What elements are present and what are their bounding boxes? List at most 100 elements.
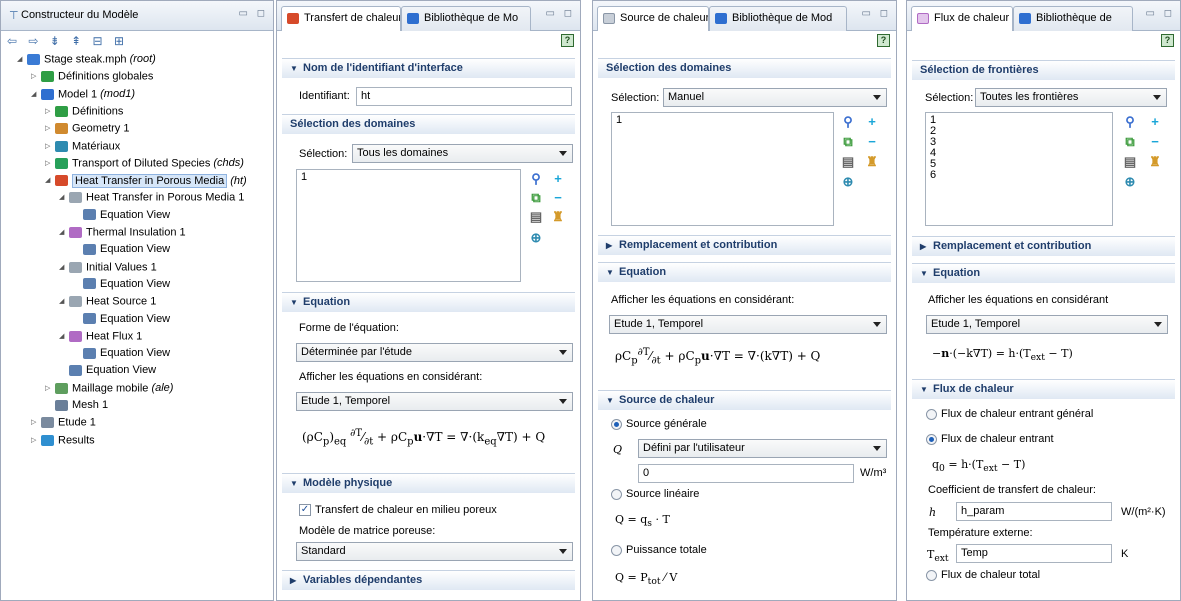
collapsed-arrow-icon[interactable]: ▷: [31, 414, 41, 431]
section-override-contribution[interactable]: ▶ Remplacement et contribution: [598, 235, 891, 255]
collapsed-arrow-icon[interactable]: ▷: [45, 138, 55, 155]
boundary-list[interactable]: 1 2 3 4 5 6: [925, 112, 1113, 226]
section-heat-source[interactable]: ▼ Source de chaleur: [598, 390, 891, 410]
collapsed-arrow-icon[interactable]: ▷: [45, 120, 55, 137]
tree-item[interactable]: ▷ Transport of Diluted Species (chds): [45, 155, 244, 172]
section-heat-flux[interactable]: ▼ Flux de chaleur: [912, 379, 1175, 399]
tab-heat-flux[interactable]: Flux de chaleur: [911, 6, 1013, 31]
tab-model-library[interactable]: Bibliothèque de Mo: [401, 6, 531, 31]
zoom-to-selection-icon[interactable]: ⊕: [841, 175, 855, 189]
selection-dropdown[interactable]: Tous les domaines: [352, 144, 573, 163]
help-icon[interactable]: ?: [561, 34, 574, 47]
copy-selection-icon[interactable]: ⧉: [529, 191, 543, 205]
section-domain-selection[interactable]: Sélection des domaines: [282, 114, 575, 134]
study-step-dropdown[interactable]: Etude 1, Temporel: [609, 315, 887, 334]
help-icon[interactable]: ?: [877, 34, 890, 47]
section-equation[interactable]: ▼ Equation: [912, 263, 1175, 283]
expanded-arrow-icon[interactable]: ◢: [45, 172, 55, 189]
paste-selection-icon[interactable]: ▤: [529, 210, 543, 224]
tab-model-library[interactable]: Bibliothèque de: [1013, 6, 1133, 31]
list-item[interactable]: 1: [616, 115, 829, 126]
tab-heat-source[interactable]: Source de chaleur: [597, 6, 709, 31]
paste-selection-icon[interactable]: ▤: [841, 155, 855, 169]
porous-checkbox[interactable]: ✓: [299, 504, 311, 516]
general-inward-flux-radio[interactable]: [926, 409, 937, 420]
section-physical-model[interactable]: ▼ Modèle physique: [282, 473, 575, 493]
identifier-input[interactable]: ht: [356, 87, 572, 106]
selection-dropdown[interactable]: Manuel: [663, 88, 887, 107]
collapsed-arrow-icon[interactable]: ▷: [31, 432, 41, 449]
tree-item[interactable]: ◢ Heat Transfer in Porous Media (ht): [45, 172, 247, 189]
domain-list[interactable]: 1: [611, 112, 834, 226]
domain-list[interactable]: 1: [296, 169, 521, 282]
collapsed-arrow-icon[interactable]: ▷: [45, 155, 55, 172]
minimize-maximize-icon[interactable]: ▭ ◻: [1145, 8, 1175, 19]
tree-item[interactable]: Equation View: [73, 276, 173, 293]
collapsed-arrow-icon[interactable]: ▷: [45, 380, 55, 397]
tree-item[interactable]: Equation View: [73, 207, 173, 224]
add-to-selection-icon[interactable]: ⚲: [529, 172, 543, 186]
tree-item[interactable]: ◢ Heat Source 1: [59, 293, 159, 310]
copy-selection-icon[interactable]: ⧉: [841, 135, 855, 149]
remove-icon[interactable]: −: [1148, 135, 1162, 149]
temperature-input[interactable]: Temp: [956, 544, 1112, 563]
add-icon[interactable]: +: [865, 115, 879, 129]
study-step-dropdown[interactable]: Etude 1, Temporel: [296, 392, 573, 411]
tree-item[interactable]: ▷ Maillage mobile (ale): [45, 380, 173, 397]
zoom-to-selection-icon[interactable]: ⊕: [1123, 175, 1137, 189]
selection-dropdown[interactable]: Toutes les frontières: [975, 88, 1167, 107]
tree-toolbar[interactable]: ⇦ ⇨ ⇟ ⇞ ⊟ ⊞: [1, 32, 273, 50]
remove-icon[interactable]: −: [551, 191, 565, 205]
help-icon[interactable]: ?: [1161, 34, 1174, 47]
add-to-selection-icon[interactable]: ⚲: [841, 115, 855, 129]
porous-matrix-dropdown[interactable]: Standard: [296, 542, 573, 561]
list-item[interactable]: 4: [930, 148, 1108, 159]
general-source-radio[interactable]: [611, 419, 622, 430]
list-item[interactable]: 1: [301, 172, 516, 183]
clear-selection-icon[interactable]: ♜: [865, 155, 879, 169]
section-equation[interactable]: ▼ Equation: [598, 262, 891, 282]
list-item[interactable]: 2: [930, 126, 1108, 137]
expanded-arrow-icon[interactable]: ◢: [17, 51, 27, 68]
collapsed-arrow-icon[interactable]: ▷: [45, 103, 55, 120]
expanded-arrow-icon[interactable]: ◢: [31, 86, 41, 103]
collapsed-arrow-icon[interactable]: ▷: [31, 68, 41, 85]
tree-item[interactable]: Mesh 1: [45, 397, 111, 414]
tree-item[interactable]: ▷ Matériaux: [45, 138, 123, 155]
equation-form-dropdown[interactable]: Déterminée par l'étude: [296, 343, 573, 362]
q-source-dropdown[interactable]: Défini par l'utilisateur: [638, 439, 887, 458]
tree-item[interactable]: ▷ Results: [31, 432, 98, 449]
expanded-arrow-icon[interactable]: ◢: [59, 328, 69, 345]
remove-icon[interactable]: −: [865, 135, 879, 149]
list-item[interactable]: 1: [930, 115, 1108, 126]
tree-item[interactable]: ◢ Initial Values 1: [59, 259, 160, 276]
section-dependent-variables[interactable]: ▶ Variables dépendantes: [282, 570, 575, 590]
tree-item[interactable]: ▷ Etude 1: [31, 414, 99, 431]
inward-flux-radio[interactable]: [926, 434, 937, 445]
add-to-selection-icon[interactable]: ⚲: [1123, 115, 1137, 129]
minimize-maximize-icon[interactable]: ▭ ◻: [238, 8, 268, 19]
total-power-radio[interactable]: [611, 545, 622, 556]
q-value-input[interactable]: 0: [638, 464, 854, 483]
linear-source-radio[interactable]: [611, 489, 622, 500]
clear-selection-icon[interactable]: ♜: [1148, 155, 1162, 169]
tree-item[interactable]: ◢ Heat Flux 1: [59, 328, 145, 345]
minimize-maximize-icon[interactable]: ▭ ◻: [861, 8, 891, 19]
expanded-arrow-icon[interactable]: ◢: [59, 293, 69, 310]
section-boundary-selection[interactable]: Sélection de frontières: [912, 60, 1175, 80]
list-item[interactable]: 3: [930, 137, 1108, 148]
section-equation[interactable]: ▼ Equation: [282, 292, 575, 312]
study-step-dropdown[interactable]: Etude 1, Temporel: [926, 315, 1168, 334]
paste-selection-icon[interactable]: ▤: [1123, 155, 1137, 169]
tab-model-library[interactable]: Bibliothèque de Mod: [709, 6, 847, 31]
add-icon[interactable]: +: [551, 172, 565, 186]
tree-item[interactable]: ▷ Geometry 1: [45, 120, 132, 137]
tree-item[interactable]: ◢ Thermal Insulation 1: [59, 224, 189, 241]
tree-item[interactable]: Equation View: [73, 345, 173, 362]
section-override-contribution[interactable]: ▶ Remplacement et contribution: [912, 236, 1175, 256]
tree-item[interactable]: ◢ Stage steak.mph (root): [17, 51, 156, 68]
clear-selection-icon[interactable]: ♜: [551, 210, 565, 224]
tree-item[interactable]: ◢ Heat Transfer in Porous Media 1: [59, 189, 247, 206]
tree-item[interactable]: ▷ Définitions globales: [31, 68, 156, 85]
expanded-arrow-icon[interactable]: ◢: [59, 259, 69, 276]
